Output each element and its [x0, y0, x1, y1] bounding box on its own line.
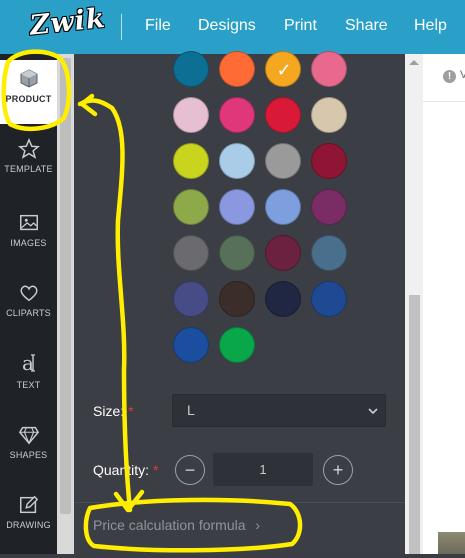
price-calculation-link[interactable]: Price calculation formula › [93, 517, 260, 533]
top-header: Zwik File Designs Print Share Help [0, 0, 465, 54]
sidebar-item-template[interactable]: TEMPLATE [0, 138, 57, 202]
sidebar-item-label: PRODUCT [5, 94, 52, 104]
quantity-input[interactable]: 1 [213, 453, 313, 486]
color-swatch[interactable] [265, 281, 301, 317]
info-icon: ! [443, 70, 456, 83]
menu-file[interactable]: File [145, 17, 171, 35]
color-swatch[interactable] [219, 143, 255, 179]
color-swatch[interactable] [173, 97, 209, 133]
quantity-decrement-button[interactable]: − [175, 455, 205, 485]
quantity-label: Quantity: * [93, 462, 159, 478]
header-divider [121, 14, 122, 40]
color-swatch[interactable] [265, 189, 301, 225]
sidebar-item-text[interactable]: a TEXT [0, 350, 57, 414]
star-icon [17, 138, 40, 159]
color-swatch[interactable] [173, 281, 209, 317]
color-swatch[interactable] [265, 143, 301, 179]
color-swatch[interactable] [311, 281, 347, 317]
sidebar-item-drawing[interactable]: DRAWING [0, 494, 57, 558]
pencil-icon [19, 495, 38, 514]
color-swatch[interactable] [311, 143, 347, 179]
sidebar-item-images[interactable]: IMAGES [0, 212, 57, 276]
chevron-down-icon [368, 408, 378, 415]
sidebar-item-label: TEXT [16, 380, 41, 390]
color-swatch[interactable]: ✓ [265, 51, 301, 87]
text-icon: a [22, 351, 35, 375]
color-swatch[interactable] [219, 281, 255, 317]
canvas-scrollbar-thumb[interactable] [409, 295, 420, 554]
color-swatch[interactable] [311, 97, 347, 133]
checkmark-icon: ✓ [276, 59, 292, 80]
color-swatch[interactable] [265, 235, 301, 271]
sidebar-item-cliparts[interactable]: CLIPARTS [0, 282, 57, 346]
size-select[interactable]: L [172, 394, 386, 427]
color-swatch[interactable] [173, 189, 209, 225]
color-swatch[interactable] [311, 189, 347, 225]
color-swatch[interactable] [219, 51, 255, 87]
menu-share[interactable]: Share [345, 17, 388, 35]
color-swatch[interactable] [311, 235, 347, 271]
color-swatch[interactable] [173, 143, 209, 179]
sidebar-item-label: SHAPES [9, 450, 48, 460]
sidebar-item-label: CLIPARTS [6, 308, 51, 318]
color-swatch[interactable] [173, 235, 209, 271]
cube-icon [20, 69, 37, 88]
color-swatch[interactable] [219, 97, 255, 133]
menu-designs[interactable]: Designs [198, 17, 256, 35]
color-swatch[interactable] [219, 327, 255, 363]
size-select-value: L [187, 402, 195, 418]
panel-scrollbar-thumb[interactable] [60, 58, 71, 514]
size-label: Size: * [93, 403, 134, 419]
color-swatch[interactable] [219, 235, 255, 271]
zwik-logo[interactable]: Zwik [28, 3, 107, 46]
sidebar-item-product[interactable]: PRODUCT [0, 60, 57, 124]
scroll-up-arrow-icon[interactable] [409, 60, 419, 65]
color-swatch[interactable] [173, 327, 209, 363]
canvas-thumbnail[interactable] [438, 532, 465, 554]
sidebar-item-label: TEMPLATE [4, 164, 53, 174]
sidebar-item-label: DRAWING [6, 520, 51, 530]
diamond-icon [18, 426, 39, 445]
design-canvas-area [423, 54, 465, 554]
color-swatch[interactable] [311, 51, 347, 87]
sidebar-item-shapes[interactable]: SHAPES [0, 424, 57, 488]
menu-help[interactable]: Help [414, 17, 447, 35]
color-swatch[interactable] [219, 189, 255, 225]
quantity-increment-button[interactable]: + [323, 455, 353, 485]
color-swatch[interactable] [265, 97, 301, 133]
menu-print[interactable]: Print [284, 17, 317, 35]
left-sidebar: PRODUCT TEMPLATE IMAGES CLIPARTS a TEXT [0, 54, 57, 554]
info-text-fragment: V [460, 69, 465, 81]
chevron-right-icon: › [255, 517, 261, 533]
price-divider [74, 502, 405, 503]
image-icon [19, 214, 38, 231]
heart-icon [19, 285, 38, 302]
color-swatch[interactable] [173, 51, 209, 87]
sidebar-item-label: IMAGES [10, 238, 47, 248]
